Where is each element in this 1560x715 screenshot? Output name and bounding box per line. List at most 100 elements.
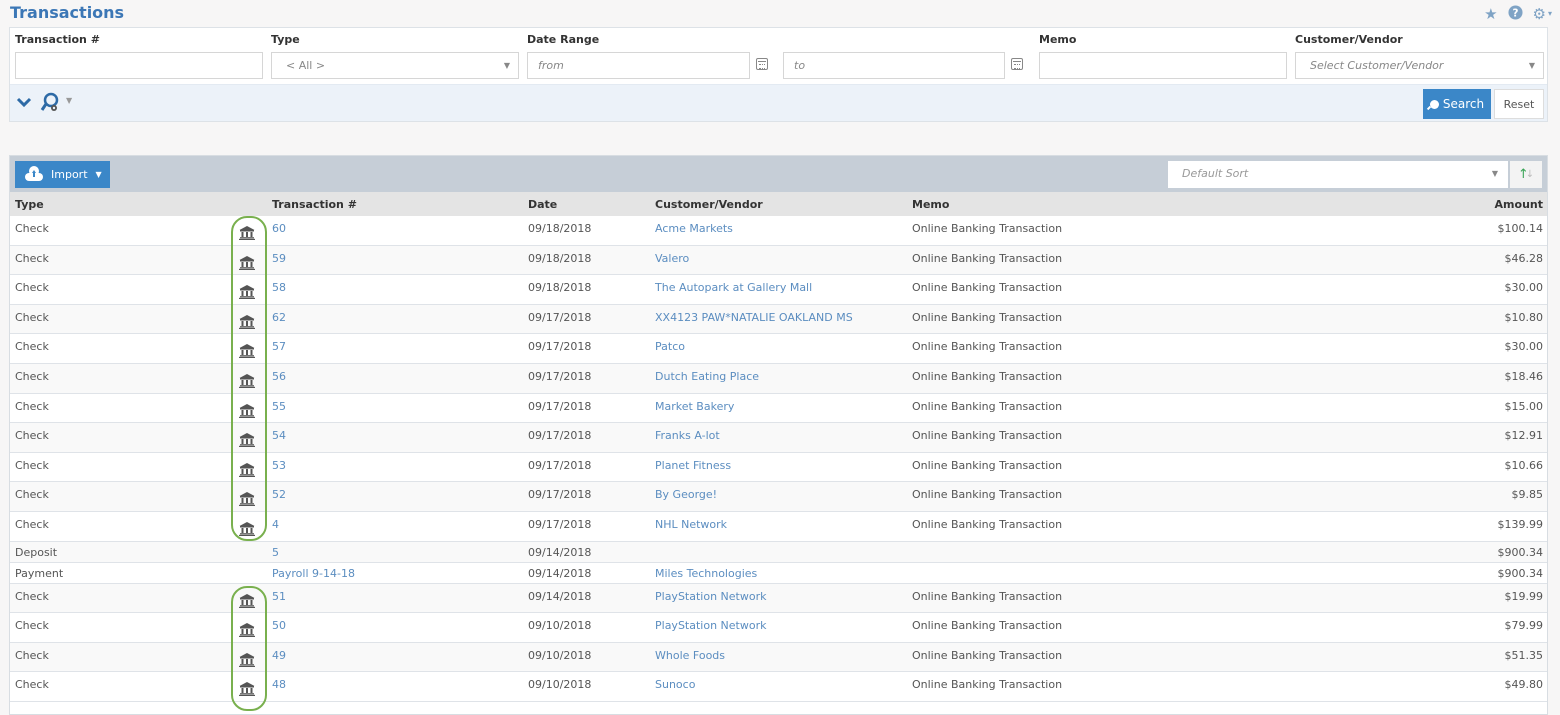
column-header-customer-vendor[interactable]: Customer/Vendor <box>655 198 763 211</box>
bank-icon[interactable] <box>239 521 255 536</box>
table-row[interactable]: Check 52 09/17/2018 By George! Online Bankin… <box>10 482 1547 512</box>
table-row[interactable]: Check 54 09/17/2018 Franks A-lot Online Bank… <box>10 423 1547 453</box>
saved-search-icon[interactable] <box>40 92 62 114</box>
customer-vendor-link[interactable]: NHL Network <box>655 518 727 531</box>
column-header-type[interactable]: Type <box>15 198 44 211</box>
date-to-input[interactable]: to <box>783 52 1005 79</box>
customer-vendor-link[interactable]: XX4123 PAW*NATALIE OAKLAND MS <box>655 311 853 324</box>
transaction-no-link[interactable]: 4 <box>272 518 279 531</box>
table-row[interactable]: Check 60 09/18/2018 Acme Markets Online Bank… <box>10 216 1547 246</box>
memo-input[interactable] <box>1039 52 1287 79</box>
column-header-amount[interactable]: Amount <box>1495 198 1543 211</box>
transaction-no-link[interactable]: 56 <box>272 370 286 383</box>
bank-icon[interactable] <box>239 682 255 697</box>
bank-icon[interactable] <box>239 373 255 388</box>
transaction-no-link[interactable]: 52 <box>272 488 286 501</box>
row-date: 09/18/2018 <box>528 251 592 265</box>
table-row[interactable]: Check 59 09/18/2018 Valero Online Banking Tr… <box>10 245 1547 276</box>
transaction-no-link[interactable]: 62 <box>272 311 286 324</box>
table-row[interactable]: Check 56 09/17/2018 Dutch Eating Place Onlin… <box>10 363 1547 394</box>
customer-vendor-label: Customer/Vendor <box>1295 33 1403 46</box>
bank-icon[interactable] <box>239 226 255 240</box>
table-row[interactable]: Check 58 09/18/2018 The Autopark at Gallery… <box>10 275 1547 305</box>
transaction-no-link[interactable]: 50 <box>272 619 286 632</box>
row-type: Check <box>15 458 49 472</box>
table-row[interactable]: Payment Payroll 9-14-18 09/14/2018 Miles Te… <box>10 563 1547 584</box>
saved-search-caret-icon[interactable]: ▼ <box>66 96 72 105</box>
transaction-no-link[interactable]: 55 <box>272 400 286 413</box>
table-row[interactable]: Deposit 5 09/14/2018 $900.34 <box>10 541 1547 563</box>
gear-caret-icon[interactable]: ▾ <box>1548 6 1552 22</box>
transaction-no-link[interactable]: 51 <box>272 590 286 603</box>
collapse-chevron-icon[interactable] <box>16 94 32 110</box>
row-date: 09/17/2018 <box>528 310 592 324</box>
transaction-no-link[interactable]: 48 <box>272 678 286 691</box>
transaction-no-link[interactable]: 53 <box>272 459 286 472</box>
bank-icon[interactable] <box>239 285 255 300</box>
table-row[interactable]: Check 57 09/17/2018 Patco Online Banking Tra… <box>10 334 1547 364</box>
column-header-transaction-no[interactable]: Transaction # <box>272 198 357 211</box>
row-date: 09/17/2018 <box>528 488 592 502</box>
transaction-no-link[interactable]: 59 <box>272 252 286 265</box>
transaction-no-link[interactable]: 5 <box>272 546 279 559</box>
transaction-no-link[interactable]: 49 <box>272 649 286 662</box>
type-select[interactable]: < All > ▼ <box>271 52 519 79</box>
star-icon[interactable]: ★ <box>1484 6 1497 22</box>
customer-vendor-link[interactable]: Franks A-lot <box>655 429 720 442</box>
bank-icon[interactable] <box>239 462 255 477</box>
customer-vendor-link[interactable]: Valero <box>655 252 689 265</box>
chevron-down-icon: ▼ <box>1491 169 1498 178</box>
table-row[interactable]: Check 4 09/17/2018 NHL Network Online Bankin… <box>10 512 1547 542</box>
customer-vendor-link[interactable]: Miles Technologies <box>655 567 757 580</box>
customer-vendor-link[interactable]: Patco <box>655 340 685 353</box>
customer-vendor-select[interactable]: Select Customer/Vendor ▼ <box>1295 52 1544 79</box>
import-button[interactable]: Import ▼ <box>15 161 110 188</box>
reset-button[interactable]: Reset <box>1494 89 1544 119</box>
transaction-no-link[interactable]: 54 <box>272 429 286 442</box>
bank-icon[interactable] <box>239 403 255 418</box>
transaction-no-link[interactable]: Payroll 9-14-18 <box>272 567 355 580</box>
bank-icon[interactable] <box>239 492 255 507</box>
customer-vendor-link[interactable]: Market Bakery <box>655 400 734 413</box>
customer-vendor-link[interactable]: PlayStation Network <box>655 590 766 603</box>
help-icon[interactable]: ? <box>1508 5 1523 23</box>
customer-vendor-link[interactable]: Sunoco <box>655 678 695 691</box>
bank-icon[interactable] <box>239 255 255 270</box>
transaction-no-link[interactable]: 57 <box>272 340 286 353</box>
bank-icon[interactable] <box>239 433 255 448</box>
table-row[interactable]: Check 53 09/17/2018 Planet Fitness Online Ba… <box>10 453 1547 483</box>
sort-select[interactable]: Default Sort ▼ <box>1168 161 1508 188</box>
table-row[interactable]: Check 51 09/14/2018 PlayStation Network Onli… <box>10 583 1547 614</box>
bank-icon[interactable] <box>239 344 255 359</box>
bank-icon[interactable] <box>239 314 255 329</box>
customer-vendor-link[interactable]: PlayStation Network <box>655 619 766 632</box>
page-actions: ★ ? ⚙ ▾ <box>1484 5 1552 23</box>
customer-vendor-link[interactable]: Dutch Eating Place <box>655 370 759 383</box>
table-row[interactable]: Check 49 09/10/2018 Whole Foods Online Banki… <box>10 642 1547 673</box>
column-header-memo[interactable]: Memo <box>912 198 949 211</box>
bank-icon[interactable] <box>239 652 255 667</box>
customer-vendor-link[interactable]: Acme Markets <box>655 222 733 235</box>
search-button[interactable]: Search <box>1423 89 1491 119</box>
transaction-no-input[interactable] <box>15 52 263 79</box>
bank-icon[interactable] <box>239 623 255 638</box>
gear-icon[interactable]: ⚙ <box>1533 6 1546 22</box>
calendar-icon[interactable] <box>756 58 768 70</box>
column-header-date[interactable]: Date <box>528 198 557 211</box>
row-memo: Online Banking Transaction <box>912 222 1063 235</box>
customer-vendor-link[interactable]: Planet Fitness <box>655 459 731 472</box>
calendar-icon[interactable] <box>1011 58 1023 70</box>
date-from-input[interactable]: from <box>527 52 750 79</box>
table-row[interactable]: Check 48 09/10/2018 Sunoco Online Banking Tr… <box>10 672 1547 702</box>
customer-vendor-link[interactable]: By George! <box>655 488 717 501</box>
bank-icon[interactable] <box>239 593 255 608</box>
table-row[interactable]: Check 62 09/17/2018 XX4123 PAW*NATALIE OAKL… <box>10 304 1547 335</box>
sort-direction-toggle[interactable]: ↑ ↓ <box>1510 161 1542 188</box>
customer-vendor-link[interactable]: Whole Foods <box>655 649 725 662</box>
table-row[interactable]: Check 50 09/10/2018 PlayStation Network Onli… <box>10 613 1547 643</box>
row-memo: Online Banking Transaction <box>912 458 1063 472</box>
table-row[interactable]: Check 55 09/17/2018 Market Bakery Online Ban… <box>10 394 1547 424</box>
transaction-no-link[interactable]: 60 <box>272 222 286 235</box>
transaction-no-link[interactable]: 58 <box>272 281 286 294</box>
customer-vendor-link[interactable]: The Autopark at Gallery Mall <box>655 281 812 294</box>
